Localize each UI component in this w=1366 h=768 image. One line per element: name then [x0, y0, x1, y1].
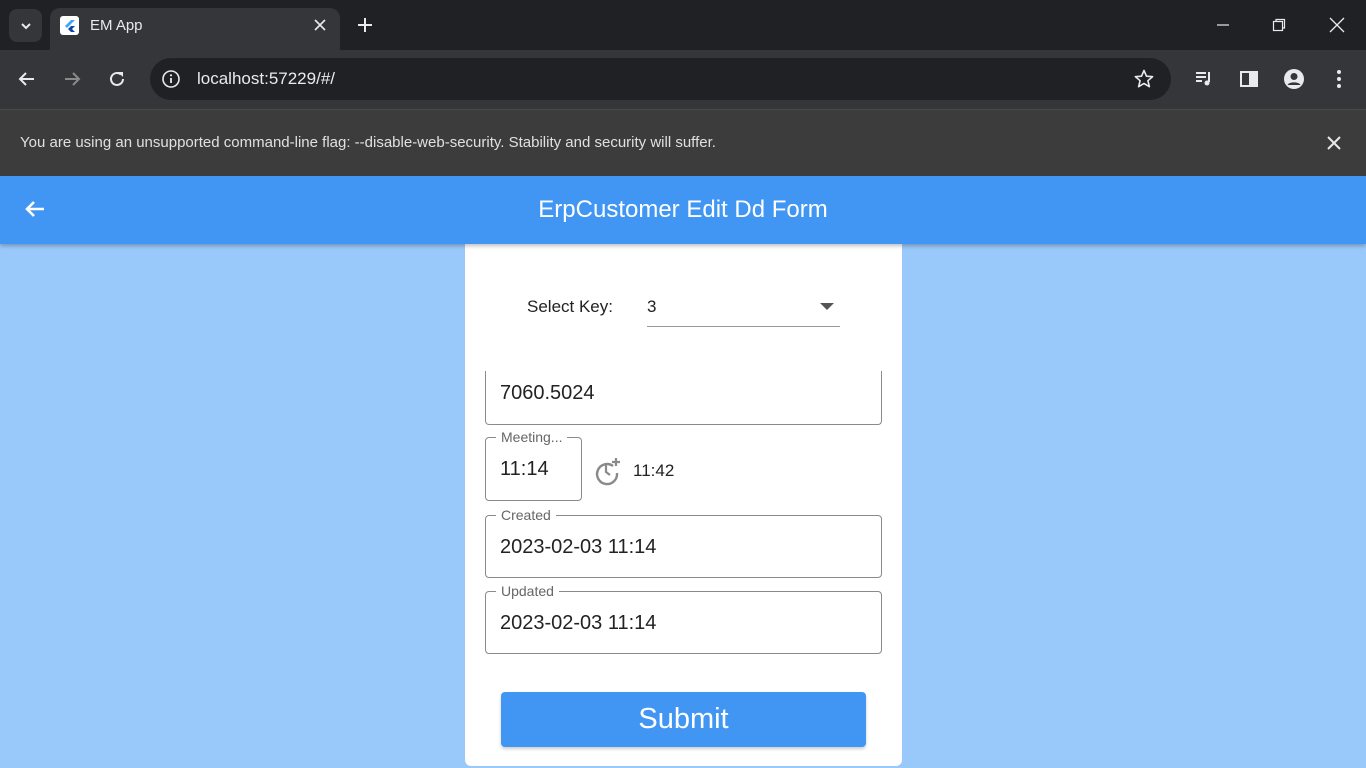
updated-field[interactable]: Updated 2023-02-03 11:14: [485, 583, 882, 654]
updated-label: Updated: [496, 583, 559, 599]
tab-title: EM App: [90, 17, 143, 34]
close-icon: [1329, 17, 1345, 33]
select-key-label: Select Key:: [527, 297, 613, 316]
meeting-label: Meeting...: [496, 429, 568, 445]
chevron-down-icon: [20, 22, 31, 29]
tab-search-button[interactable]: [9, 9, 42, 42]
app-bar: ErpCustomer Edit Dd Form: [0, 176, 1366, 244]
meeting-value: 11:14: [500, 458, 549, 480]
tab-close-icon[interactable]: [312, 17, 328, 33]
restore-button[interactable]: [1268, 14, 1290, 36]
bookmark-star-icon[interactable]: [1133, 68, 1155, 90]
back-button[interactable]: [14, 66, 40, 92]
new-tab-button[interactable]: [355, 15, 375, 35]
reload-icon: [110, 71, 124, 86]
more-vert-icon: [1337, 70, 1341, 88]
address-bar[interactable]: localhost:57229/#/: [150, 58, 1171, 100]
form-card: Select Key: 3 7060.5024 Meeting... 11:14…: [465, 231, 902, 766]
tab-strip: EM App: [0, 0, 1366, 50]
flutter-icon: [60, 16, 79, 35]
reload-button[interactable]: [104, 66, 130, 92]
plus-icon: [358, 18, 372, 32]
browser-toolbar: localhost:57229/#/: [0, 50, 1366, 109]
select-key-value: 3: [647, 297, 657, 316]
infobar-message: You are using an unsupported command-lin…: [20, 134, 716, 151]
profile-button[interactable]: [1281, 66, 1307, 92]
minimize-button[interactable]: [1212, 14, 1234, 36]
close-window-button[interactable]: [1326, 14, 1348, 36]
restore-icon: [1272, 18, 1286, 32]
warning-infobar: You are using an unsupported command-lin…: [0, 109, 1366, 176]
menu-button[interactable]: [1326, 66, 1352, 92]
dropdown-arrow-icon: [820, 303, 834, 310]
arrow-left-icon: [18, 72, 34, 86]
arrow-right-icon: [65, 72, 81, 86]
select-key-dropdown[interactable]: 3: [647, 287, 840, 327]
side-panel-icon: [1240, 71, 1258, 87]
infobar-close-icon[interactable]: [1325, 134, 1343, 152]
url-text[interactable]: localhost:57229/#/: [197, 69, 335, 89]
add-time-clock-icon[interactable]: [593, 456, 623, 486]
numeric-field[interactable]: 7060.5024: [485, 371, 882, 425]
minimize-icon: [1217, 24, 1229, 26]
playlist-icon: [1196, 72, 1210, 86]
updated-value: 2023-02-03 11:14: [500, 612, 657, 634]
created-field[interactable]: Created 2023-02-03 11:14: [485, 507, 882, 578]
side-panel-button[interactable]: [1236, 66, 1262, 92]
info-icon[interactable]: [160, 68, 182, 90]
meeting-time-field[interactable]: Meeting... 11:14: [485, 429, 582, 501]
created-label: Created: [496, 507, 556, 523]
forward-button[interactable]: [59, 66, 85, 92]
submit-button[interactable]: Submit: [501, 692, 866, 747]
created-value: 2023-02-03 11:14: [500, 536, 657, 558]
media-controls-button[interactable]: [1191, 66, 1217, 92]
app-viewport: ErpCustomer Edit Dd Form Select Key: 3 7…: [0, 176, 1366, 768]
numeric-field-value: 7060.5024: [500, 382, 595, 404]
meeting-end-time: 11:42: [633, 461, 675, 480]
page-title: ErpCustomer Edit Dd Form: [538, 196, 828, 223]
account-icon: [1284, 69, 1304, 89]
browser-tab[interactable]: EM App: [50, 8, 340, 50]
